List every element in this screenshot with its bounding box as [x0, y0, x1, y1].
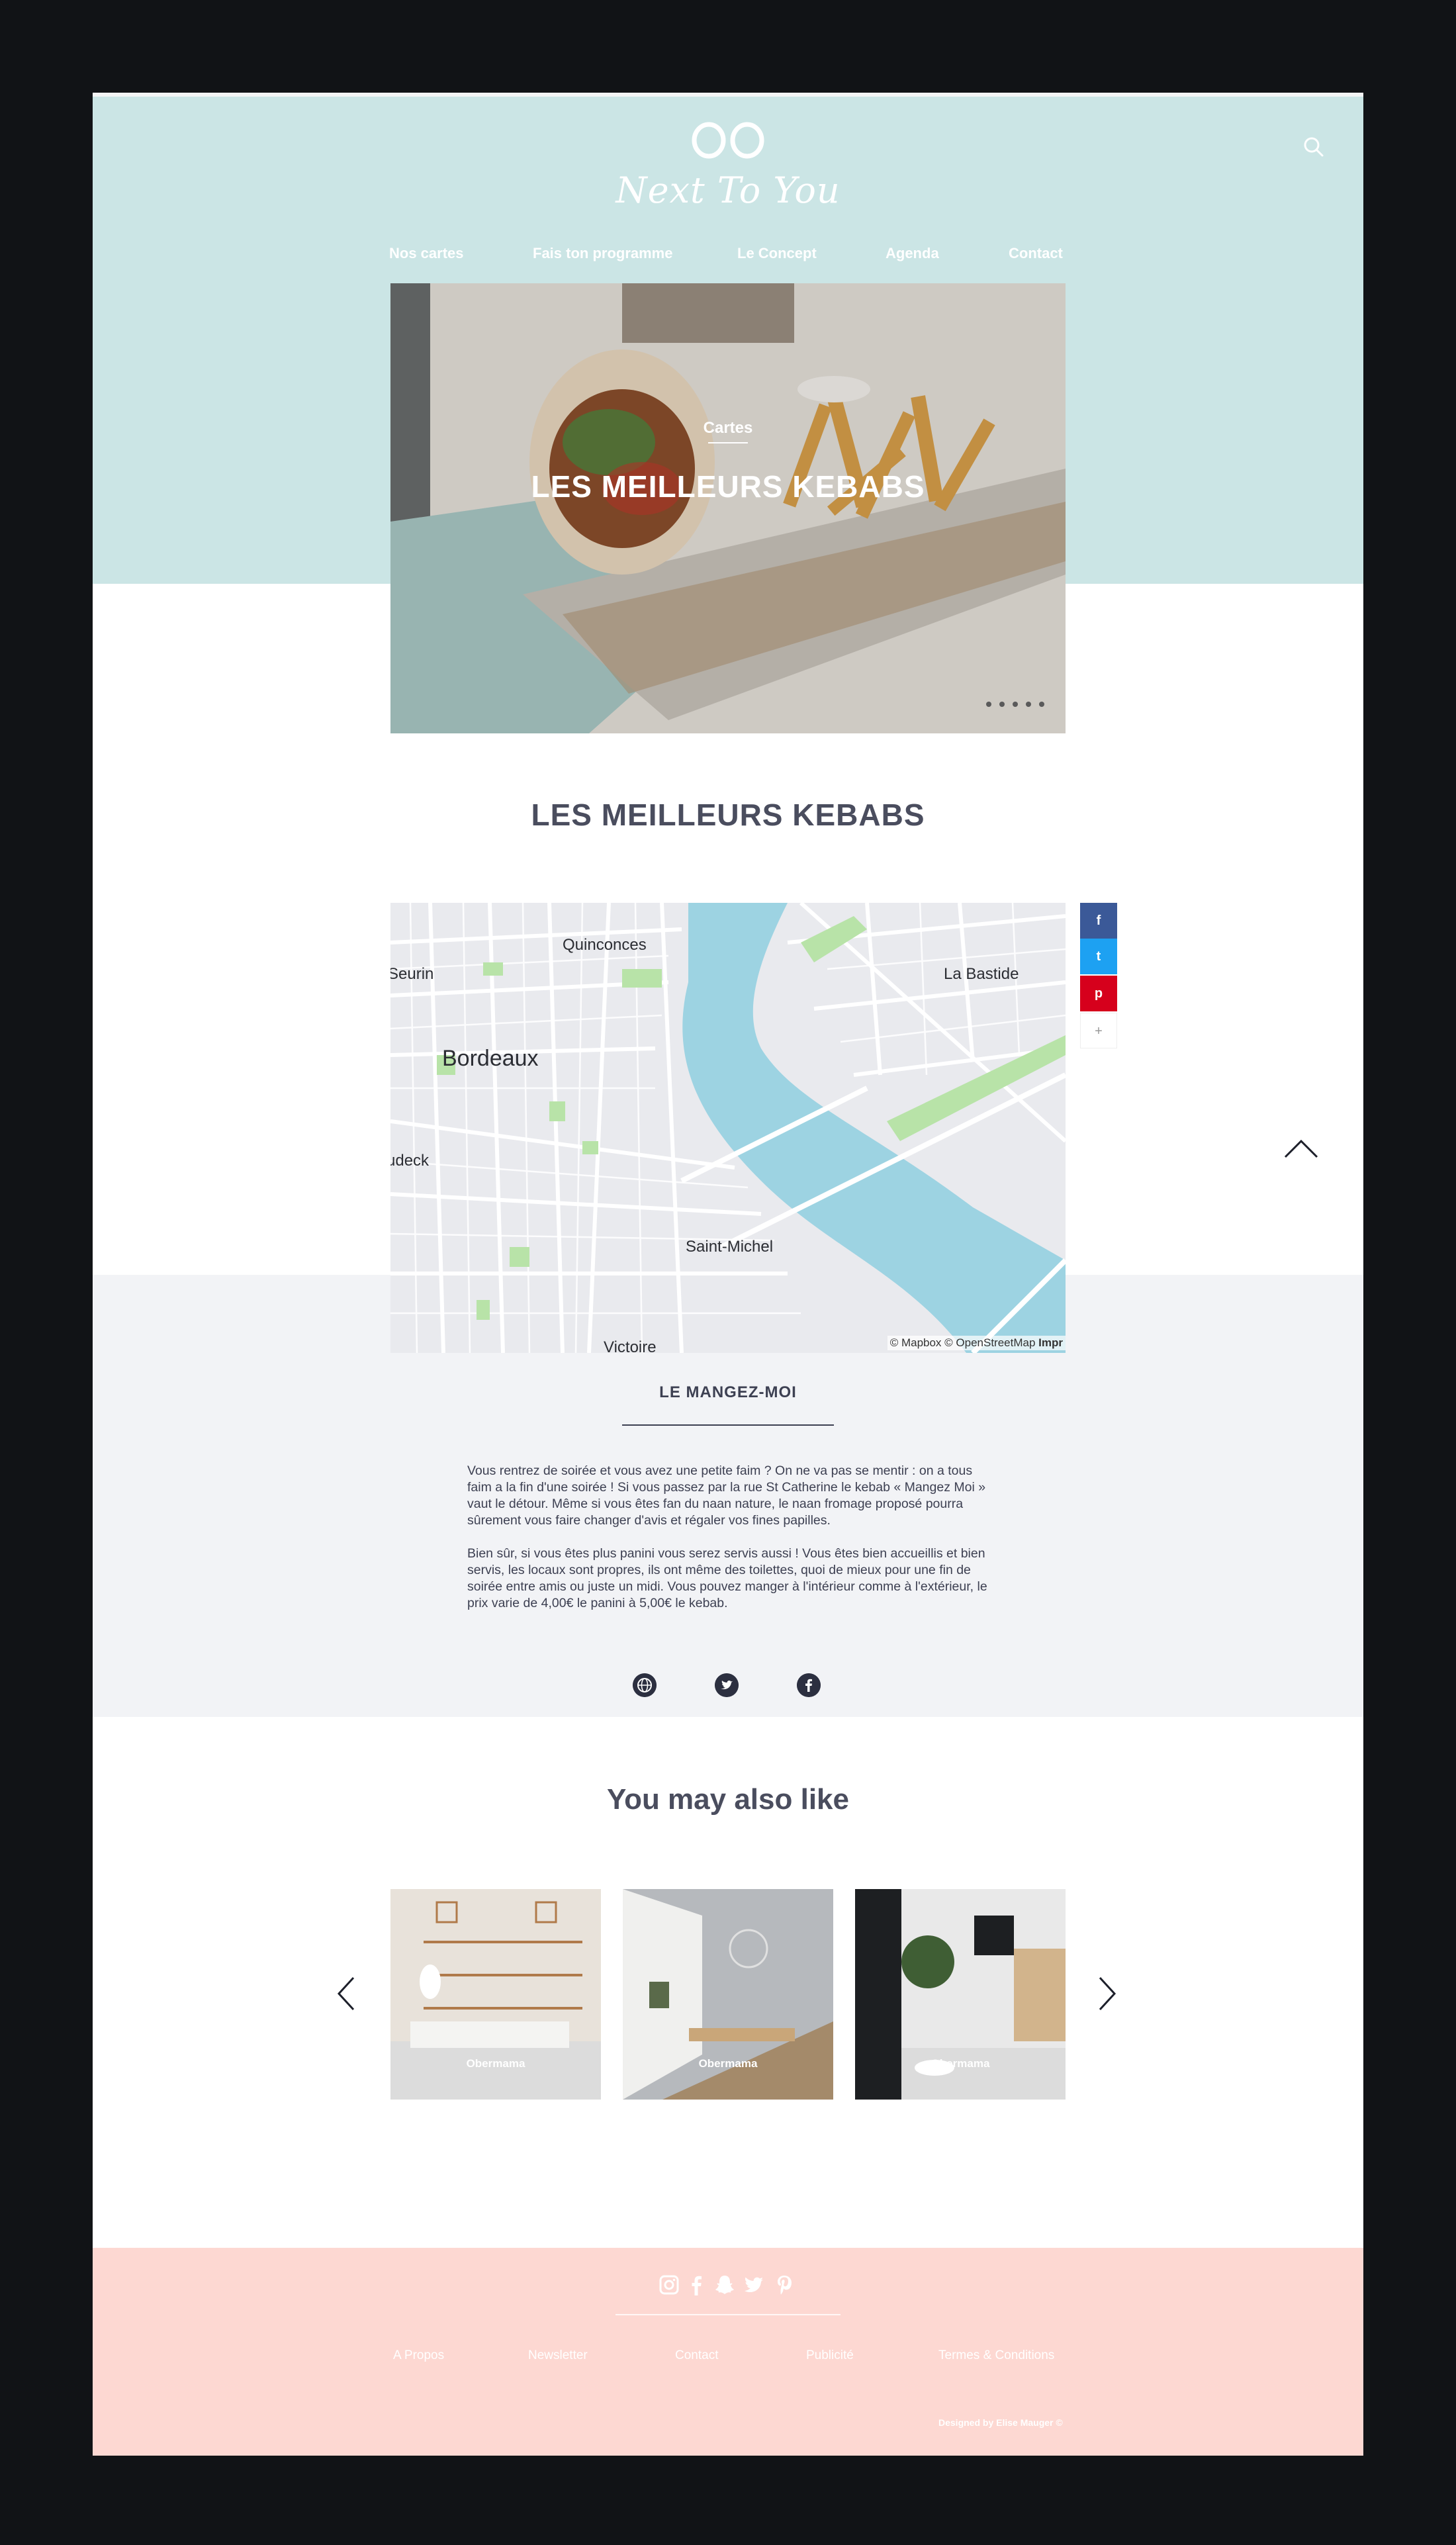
footer-divider — [615, 2314, 841, 2315]
map-attribution[interactable]: © Mapbox © OpenStreetMap Impr — [887, 1336, 1066, 1350]
site-footer: A Propos Newsletter Contact Publicité Te… — [93, 2248, 1363, 2456]
map-label-udeck: udeck — [390, 1152, 430, 1170]
footer-link-a-propos[interactable]: A Propos — [393, 2348, 444, 2363]
search-icon[interactable] — [1300, 134, 1327, 160]
nav-item-nos-cartes[interactable]: Nos cartes — [389, 245, 464, 262]
map-label-la-bastide: La Bastide — [944, 965, 1019, 983]
designer-credit: Designed by Elise Mauger © — [938, 2417, 1063, 2428]
map-label-victoire: Victoire — [604, 1338, 657, 1353]
share-twitter-button[interactable]: t — [1080, 939, 1117, 974]
related-card-label: Obermama — [931, 2057, 990, 2070]
globe-icon[interactable] — [633, 1673, 657, 1697]
instagram-icon[interactable] — [659, 2273, 680, 2297]
hero-slider[interactable]: Cartes LES MEILLEURS KEBABS — [390, 283, 1066, 733]
footer-link-contact[interactable]: Contact — [675, 2348, 718, 2363]
footer-link-publicite[interactable]: Publicité — [806, 2348, 854, 2363]
share-more-button[interactable]: + — [1080, 1013, 1117, 1048]
nav-item-programme[interactable]: Fais ton programme — [533, 245, 672, 262]
share-facebook-button[interactable]: f — [1080, 903, 1117, 939]
related-card[interactable]: Obermama — [623, 1889, 833, 2100]
hero-category-underline — [708, 442, 748, 443]
slider-dot[interactable] — [999, 702, 1005, 707]
footer-link-newsletter[interactable]: Newsletter — [528, 2348, 588, 2363]
slider-dot[interactable] — [1026, 702, 1031, 707]
slider-dot[interactable] — [1013, 702, 1018, 707]
related-card[interactable]: Obermama — [855, 1889, 1066, 2100]
twitter-icon[interactable] — [715, 1673, 739, 1697]
footer-link-termes[interactable]: Termes & Conditions — [938, 2348, 1054, 2363]
hero-title: LES MEILLEURS KEBABS — [531, 469, 925, 504]
logo-wordmark[interactable]: Next To You — [596, 169, 860, 211]
hero-overlay — [390, 283, 1066, 733]
nav-item-concept[interactable]: Le Concept — [737, 245, 817, 262]
map[interactable]: Quinconces Seurin La Bastide Bordeaux ud… — [390, 903, 1066, 1353]
share-bar: f t p + — [1080, 903, 1117, 1048]
slider-dots — [986, 702, 1052, 711]
carousel-next-icon[interactable] — [1093, 1974, 1120, 2013]
nav-item-contact[interactable]: Contact — [1009, 245, 1063, 262]
snapchat-icon[interactable] — [714, 2273, 735, 2297]
map-attribution-link[interactable]: Impr — [1038, 1336, 1063, 1349]
related-card[interactable]: Obermama — [390, 1889, 601, 2100]
pinterest-icon[interactable] — [774, 2273, 795, 2297]
restaurant-links — [633, 1673, 831, 1700]
map-label-seurin: Seurin — [390, 965, 434, 983]
map-label-quinconces: Quinconces — [563, 936, 647, 954]
related-card-label: Obermama — [698, 2057, 758, 2070]
nav-item-agenda[interactable]: Agenda — [886, 245, 939, 262]
slider-dot[interactable] — [986, 702, 991, 707]
article-title: LES MEILLEURS KEBABS — [531, 798, 925, 832]
map-attribution-text: © Mapbox © OpenStreetMap — [889, 1336, 1036, 1349]
footer-social — [659, 2273, 804, 2299]
restaurant-paragraph: Vous rentrez de soirée et vous avez une … — [467, 1463, 986, 1528]
hero-category[interactable]: Cartes — [390, 419, 1066, 438]
back-to-top-icon[interactable] — [1283, 1134, 1320, 1161]
restaurant-paragraph: Bien sûr, si vous êtes plus panini vous … — [467, 1546, 987, 1610]
map-label-saint-michel: Saint-Michel — [686, 1238, 774, 1256]
page: Next To You Nos cartes Fais ton programm… — [93, 93, 1363, 2456]
restaurant-name: LE MANGEZ-MOI — [659, 1383, 797, 1401]
restaurant-description: Vous rentrez de soirée et vous avez une … — [467, 1463, 990, 1628]
map-label-bordeaux: Bordeaux — [442, 1046, 539, 1071]
twitter-icon[interactable] — [743, 2273, 764, 2297]
main-nav: Nos cartes Fais ton programme Le Concept… — [93, 245, 1363, 271]
carousel-prev-icon[interactable] — [334, 1974, 360, 2013]
related-card-label: Obermama — [466, 2057, 525, 2070]
slider-dot[interactable] — [1039, 702, 1044, 707]
logo-mark-icon[interactable] — [690, 120, 766, 160]
restaurant-divider — [622, 1424, 834, 1426]
facebook-icon[interactable] — [797, 1673, 821, 1697]
facebook-icon[interactable] — [686, 2273, 707, 2297]
related-title: You may also like — [606, 1783, 849, 1816]
share-pinterest-button[interactable]: p — [1080, 976, 1117, 1011]
